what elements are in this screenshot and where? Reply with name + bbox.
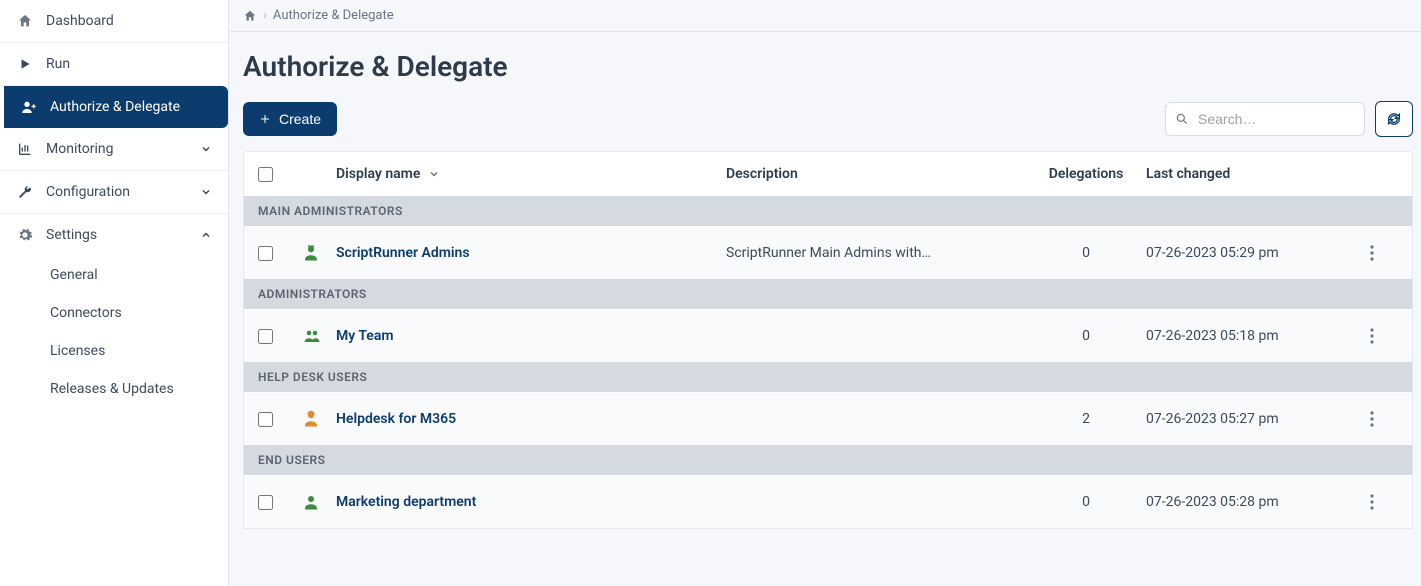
column-header-label: Description <box>726 166 798 182</box>
breadcrumb-separator: › <box>263 8 267 23</box>
more-vertical-icon <box>1370 494 1374 510</box>
table-row[interactable]: Marketing department 0 07-26-2023 05:28 … <box>244 475 1412 528</box>
row-checkbox[interactable] <box>258 329 273 344</box>
row-name-link[interactable]: Marketing department <box>336 494 476 510</box>
sidebar-subitem-label: Connectors <box>50 305 122 321</box>
group-icon <box>302 327 322 345</box>
more-vertical-icon <box>1370 411 1374 427</box>
chevron-up-icon <box>200 229 212 241</box>
column-header-last-changed[interactable]: Last changed <box>1146 166 1366 182</box>
group-header-administrators: ADMINISTRATORS <box>244 279 1412 309</box>
row-description: ScriptRunner Main Admins with… <box>726 245 931 261</box>
sidebar-item-settings[interactable]: Settings <box>0 214 228 256</box>
page-title: Authorize & Delegate <box>243 50 1413 83</box>
row-checkbox[interactable] <box>258 412 273 427</box>
sidebar-subitem-label: General <box>50 267 98 283</box>
sidebar-subitem-label: Releases & Updates <box>50 381 174 397</box>
row-delegations: 0 <box>1082 494 1090 510</box>
row-name-link[interactable]: Helpdesk for M365 <box>336 411 456 427</box>
sidebar-item-label: Settings <box>46 227 200 243</box>
roles-table: Display name Description Delegations Las… <box>243 151 1413 529</box>
column-header-delegations[interactable]: Delegations <box>1026 166 1146 182</box>
play-icon <box>16 55 34 73</box>
sidebar: Dashboard Run Authorize & Delegate Monit… <box>0 0 229 586</box>
column-header-label: Display name <box>336 166 420 182</box>
column-header-display-name[interactable]: Display name <box>336 166 726 182</box>
row-delegations: 0 <box>1082 245 1090 261</box>
more-vertical-icon <box>1370 328 1374 344</box>
admin-user-icon <box>302 244 320 262</box>
plus-icon <box>259 113 271 125</box>
row-date: 07-26-2023 05:27 pm <box>1146 411 1279 427</box>
sidebar-subitem-label: Licenses <box>50 343 105 359</box>
sidebar-item-label: Configuration <box>46 184 200 200</box>
sidebar-item-dashboard[interactable]: Dashboard <box>0 0 228 43</box>
sidebar-item-label: Authorize & Delegate <box>50 99 212 115</box>
chevron-down-icon <box>200 143 212 155</box>
row-more-button[interactable] <box>1366 407 1378 431</box>
sidebar-subitem-releases-updates[interactable]: Releases & Updates <box>0 370 228 408</box>
user-plus-icon <box>20 98 38 116</box>
user-icon <box>302 493 320 511</box>
refresh-icon <box>1386 111 1402 127</box>
row-delegations: 2 <box>1082 411 1090 427</box>
row-delegations: 0 <box>1082 328 1090 344</box>
home-icon <box>16 12 34 30</box>
chevron-down-icon <box>200 186 212 198</box>
table-header-row: Display name Description Delegations Las… <box>244 152 1412 196</box>
row-more-button[interactable] <box>1366 241 1378 265</box>
refresh-button[interactable] <box>1375 101 1413 137</box>
table-row[interactable]: Helpdesk for M365 2 07-26-2023 05:27 pm <box>244 392 1412 445</box>
column-header-label: Last changed <box>1146 166 1230 182</box>
sidebar-subitem-licenses[interactable]: Licenses <box>0 332 228 370</box>
row-checkbox[interactable] <box>258 495 273 510</box>
sidebar-item-monitoring[interactable]: Monitoring <box>0 128 228 171</box>
create-button[interactable]: Create <box>243 102 337 136</box>
row-date: 07-26-2023 05:28 pm <box>1146 494 1279 510</box>
row-name-link[interactable]: My Team <box>336 328 394 344</box>
group-header-helpdesk-users: HELP DESK USERS <box>244 362 1412 392</box>
table-row[interactable]: My Team 0 07-26-2023 05:18 pm <box>244 309 1412 362</box>
search-input[interactable] <box>1165 102 1365 136</box>
sidebar-item-run[interactable]: Run <box>0 43 228 86</box>
breadcrumb: › Authorize & Delegate <box>229 0 1421 32</box>
sidebar-item-configuration[interactable]: Configuration <box>0 171 228 214</box>
more-vertical-icon <box>1370 245 1374 261</box>
row-date: 07-26-2023 05:29 pm <box>1146 245 1279 261</box>
select-all-checkbox[interactable] <box>258 167 273 182</box>
search-field <box>1165 102 1365 136</box>
table-row[interactable]: ScriptRunner Admins ScriptRunner Main Ad… <box>244 226 1412 279</box>
breadcrumb-current: Authorize & Delegate <box>273 8 394 23</box>
wrench-icon <box>16 183 34 201</box>
row-more-button[interactable] <box>1366 490 1378 514</box>
row-more-button[interactable] <box>1366 324 1378 348</box>
main-content: › Authorize & Delegate Authorize & Deleg… <box>229 0 1421 586</box>
sort-indicator-icon <box>428 168 440 180</box>
search-icon <box>1175 112 1189 126</box>
row-checkbox[interactable] <box>258 246 273 261</box>
toolbar: Create <box>243 101 1413 137</box>
row-name-link[interactable]: ScriptRunner Admins <box>336 245 470 261</box>
gear-icon <box>16 226 34 244</box>
helpdesk-user-icon <box>302 410 320 428</box>
sidebar-item-authorize-delegate[interactable]: Authorize & Delegate <box>4 86 228 128</box>
chart-icon <box>16 140 34 158</box>
sidebar-item-label: Monitoring <box>46 141 200 157</box>
column-header-label: Delegations <box>1049 166 1124 182</box>
sidebar-subitem-general[interactable]: General <box>0 256 228 294</box>
sidebar-item-label: Run <box>46 56 212 72</box>
create-button-label: Create <box>279 111 321 127</box>
breadcrumb-home-icon[interactable] <box>243 9 257 23</box>
sidebar-subitem-connectors[interactable]: Connectors <box>0 294 228 332</box>
row-date: 07-26-2023 05:18 pm <box>1146 328 1279 344</box>
group-header-main-administrators: MAIN ADMINISTRATORS <box>244 196 1412 226</box>
sidebar-item-label: Dashboard <box>46 13 212 29</box>
group-header-end-users: END USERS <box>244 445 1412 475</box>
column-header-description[interactable]: Description <box>726 166 1026 182</box>
